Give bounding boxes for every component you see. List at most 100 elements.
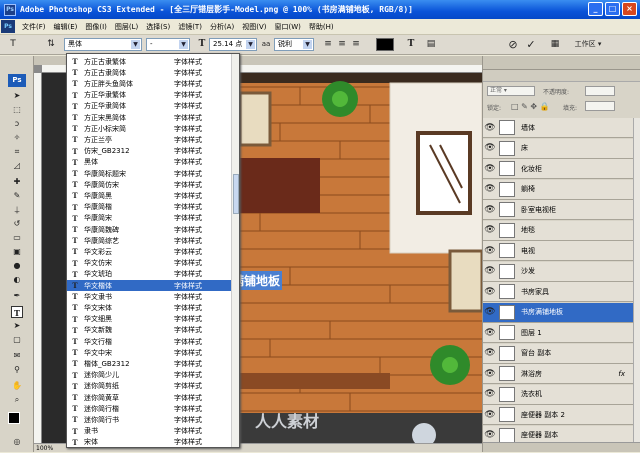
zoom-level[interactable]: 100%: [36, 445, 53, 452]
layer-row[interactable]: 👁 座便器 副本 2: [483, 405, 633, 425]
eye-icon[interactable]: 👁: [483, 307, 497, 317]
font-list-item[interactable]: T 华文琥珀 字体样式: [67, 269, 233, 280]
eye-icon[interactable]: 👁: [483, 123, 497, 133]
font-list-item[interactable]: T 华文彩云 字体样式: [67, 246, 233, 257]
font-list-item[interactable]: T 方正古隶简体 字体样式: [67, 67, 233, 78]
menu-analysis[interactable]: 分析(A): [206, 22, 238, 32]
eye-icon[interactable]: 👁: [483, 205, 497, 215]
layer-row[interactable]: 👁 座便器 副本: [483, 425, 633, 442]
rectangle-tool-icon[interactable]: ▢: [11, 334, 23, 346]
notes-tool-icon[interactable]: ✉: [11, 350, 23, 362]
menu-image[interactable]: 图像(I): [81, 22, 111, 32]
lock-icons[interactable]: □ ✎ ✥ 🔒: [511, 102, 550, 111]
eye-icon[interactable]: 👁: [483, 389, 497, 399]
blur-tool-icon[interactable]: ●: [11, 260, 23, 272]
crop-tool-icon[interactable]: ⌗: [11, 146, 23, 158]
marquee-tool-icon[interactable]: ⬚: [11, 104, 23, 116]
eye-icon[interactable]: 👁: [483, 328, 497, 338]
brushes-panel-icon[interactable]: ▦: [548, 38, 562, 51]
type-tool-icon[interactable]: T: [6, 38, 20, 51]
font-list-item[interactable]: T 华文细黑 字体样式: [67, 314, 233, 325]
font-list-item[interactable]: T 迷你简黄草 字体样式: [67, 392, 233, 403]
font-list-item[interactable]: T 方正古隶繁体 字体样式: [67, 56, 233, 67]
brush-tool-icon[interactable]: ✎: [11, 190, 23, 202]
close-button[interactable]: ×: [622, 2, 637, 16]
clone-stamp-tool-icon[interactable]: ⍊: [11, 204, 23, 216]
type-tool-icon[interactable]: T: [11, 306, 23, 318]
eye-icon[interactable]: 👁: [483, 287, 497, 297]
font-list-item[interactable]: T 迷你简少儿 字体样式: [67, 370, 233, 381]
font-list-item[interactable]: T 方正兰亭 字体样式: [67, 134, 233, 145]
align-left-icon[interactable]: ≡: [322, 38, 334, 51]
font-list-item[interactable]: T 黑体 字体样式: [67, 157, 233, 168]
layer-row[interactable]: 👁 床: [483, 138, 633, 159]
eye-icon[interactable]: 👁: [483, 246, 497, 256]
layer-effects-icon[interactable]: fx: [618, 370, 625, 378]
layers-scrollbar[interactable]: [633, 118, 640, 442]
menu-window[interactable]: 窗口(W): [270, 22, 304, 32]
eraser-tool-icon[interactable]: ▭: [11, 232, 23, 244]
font-list-item[interactable]: T 华康简楷 字体样式: [67, 202, 233, 213]
eye-icon[interactable]: 👁: [483, 410, 497, 420]
layer-row[interactable]: 👁 躺椅: [483, 179, 633, 200]
font-list-item[interactable]: T 华文楷体 字体样式: [67, 280, 233, 291]
commit-icon[interactable]: ✓: [524, 38, 538, 51]
quick-mask-icon[interactable]: ◎: [11, 436, 23, 448]
layer-row[interactable]: 👁 电视: [483, 241, 633, 261]
eye-icon[interactable]: 👁: [483, 348, 497, 358]
menu-filter[interactable]: 滤镜(T): [174, 22, 206, 32]
eye-icon[interactable]: 👁: [483, 184, 497, 194]
layer-row[interactable]: 👁 图层 1: [483, 323, 633, 343]
eye-icon[interactable]: 👁: [483, 430, 497, 440]
font-list-item[interactable]: T 方正胖头鱼简体 字体样式: [67, 78, 233, 89]
font-list-item[interactable]: T 仿宋_GB2312 字体样式: [67, 146, 233, 157]
font-list-item[interactable]: T 华文隶书 字体样式: [67, 291, 233, 302]
font-list-item[interactable]: T 迷你简行书 字体样式: [67, 414, 233, 425]
font-list-item[interactable]: T 方正华隶简体 字体样式: [67, 101, 233, 112]
cancel-icon[interactable]: ⊘: [506, 38, 520, 51]
align-center-icon[interactable]: ≡: [336, 38, 348, 51]
healing-brush-tool-icon[interactable]: ✚: [11, 176, 23, 188]
zoom-tool-icon[interactable]: ⌕: [11, 394, 23, 406]
fill-field[interactable]: [585, 101, 615, 111]
anti-alias-select[interactable]: 锐利 ▼: [274, 38, 314, 51]
font-list-item[interactable]: T 华康简宋 字体样式: [67, 213, 233, 224]
font-list-item[interactable]: T 隶书 字体样式: [67, 426, 233, 437]
layer-row[interactable]: 👁 沙发: [483, 261, 633, 282]
layer-row[interactable]: 👁 墙体: [483, 118, 633, 138]
font-list-item[interactable]: T 方正宋黑简体 字体样式: [67, 112, 233, 123]
font-list-item[interactable]: T 华康简标题宋 字体样式: [67, 168, 233, 179]
font-list-item[interactable]: T 华康简魏碑 字体样式: [67, 224, 233, 235]
eye-icon[interactable]: 👁: [483, 369, 497, 379]
font-list-item[interactable]: T 楷体_GB2312 字体样式: [67, 358, 233, 369]
eye-icon[interactable]: 👁: [483, 143, 497, 153]
eye-icon[interactable]: 👁: [483, 225, 497, 235]
eyedropper-tool-icon[interactable]: ⚲: [11, 364, 23, 376]
warp-text-icon[interactable]: T: [404, 38, 418, 51]
maximize-button[interactable]: □: [605, 2, 620, 16]
font-list-scrollbar[interactable]: [231, 54, 239, 447]
font-list-item[interactable]: T 华文新魏 字体样式: [67, 325, 233, 336]
pen-tool-icon[interactable]: ✒: [11, 290, 23, 302]
layer-row[interactable]: 👁 窗台 副本: [483, 343, 633, 364]
font-list-item[interactable]: T 华康简黑 字体样式: [67, 190, 233, 201]
eye-icon[interactable]: 👁: [483, 164, 497, 174]
minimize-button[interactable]: _: [588, 2, 603, 16]
hand-tool-icon[interactable]: ✋: [11, 380, 23, 392]
menu-select[interactable]: 选择(S): [142, 22, 174, 32]
layer-row[interactable]: 👁 地毯: [483, 220, 633, 241]
path-selection-tool-icon[interactable]: ➤: [11, 320, 23, 332]
layer-row[interactable]: 👁 淋浴房 fx: [483, 364, 633, 384]
font-family-dropdown[interactable]: T 方正古隶繁体 字体样式 T 方正古隶简体 字体样式 T 方正胖头鱼简体 字体样式 T 方正华隶繁…: [66, 53, 240, 448]
font-list-item[interactable]: T 方正华隶繁体 字体样式: [67, 90, 233, 101]
gradient-tool-icon[interactable]: ▣: [11, 246, 23, 258]
font-size-select[interactable]: 25.14 点 ▼: [209, 38, 257, 51]
foreground-color-swatch[interactable]: [8, 412, 20, 424]
slice-tool-icon[interactable]: ◿: [11, 160, 23, 172]
text-orientation-icon[interactable]: ⇅: [44, 38, 58, 51]
blend-mode-select[interactable]: 正常 ▾: [487, 86, 535, 96]
move-tool-icon[interactable]: ➤: [11, 90, 23, 102]
font-list-scroll-thumb[interactable]: [233, 174, 239, 214]
layer-row[interactable]: 👁 T 书房满铺地板: [483, 302, 633, 323]
layer-row[interactable]: 👁 书房家具: [483, 282, 633, 302]
